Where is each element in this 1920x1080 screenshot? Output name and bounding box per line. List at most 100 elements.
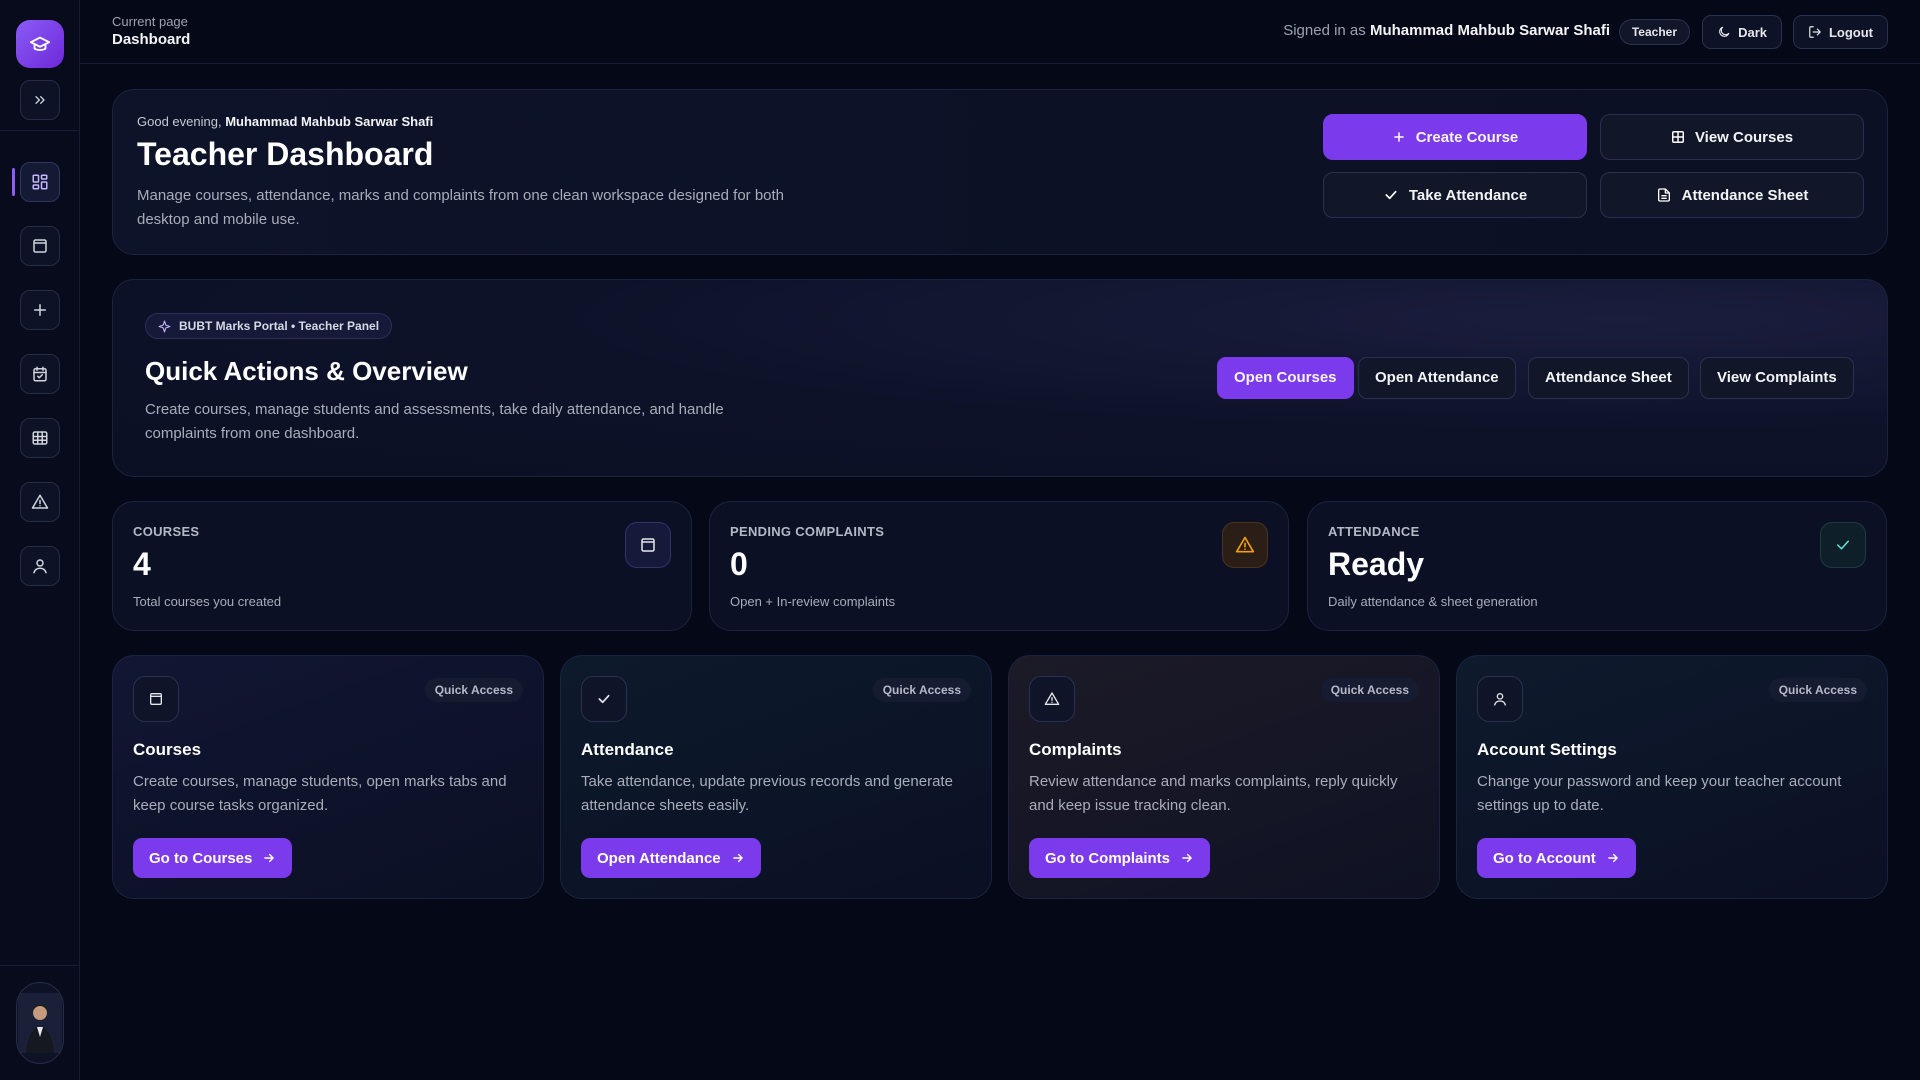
arrow-right-icon (731, 851, 745, 865)
file-text-icon (1656, 187, 1672, 203)
hero-description: Manage courses, attendance, marks and co… (137, 187, 785, 228)
sidebar-item-sheet[interactable] (20, 418, 60, 458)
open-attendance-button[interactable]: Open Attendance (1358, 357, 1516, 399)
stat-label: PENDING COMPLAINTS (730, 524, 885, 539)
quick-access-description: Create courses, manage students, open ma… (133, 773, 507, 814)
stat-label: COURSES (133, 524, 200, 539)
sidebar-item-dashboard[interactable] (20, 162, 60, 202)
logout-icon (1808, 25, 1822, 39)
role-badge: Teacher (1618, 19, 1690, 45)
logout-label: Logout (1828, 24, 1873, 40)
panel-badge: BUBT Marks Portal • Teacher Panel (145, 313, 393, 339)
page-title: Teacher Dashboard (137, 136, 434, 172)
sidebar-item-attendance[interactable] (20, 354, 60, 394)
go-to-courses-button[interactable]: Go to Courses (133, 838, 293, 878)
calendar-icon (31, 365, 49, 383)
stat-card-courses: COURSES 4 Total courses you created (112, 501, 692, 631)
logout-button[interactable]: Logout (1792, 15, 1888, 49)
greeting-prefix: Good evening, (137, 114, 222, 129)
sidebar-divider-bottom (0, 965, 80, 966)
quick-access-title: Complaints (1029, 740, 1122, 759)
attendance-sheet-label: Attendance Sheet (1681, 186, 1809, 204)
sidebar (0, 0, 80, 1080)
alert-triangle-icon (1222, 522, 1268, 568)
check-icon (1383, 187, 1399, 203)
go-to-complaints-button[interactable]: Go to Complaints (1029, 838, 1210, 878)
quick-access-badge: Quick Access (872, 678, 971, 702)
signed-in-text: Signed in as Muhammad Mahbub Sarwar Shaf… (1283, 22, 1610, 39)
layout-grid-icon (31, 173, 49, 191)
signed-in-user: Muhammad Mahbub Sarwar Shafi (1369, 22, 1610, 39)
book-icon (31, 237, 49, 255)
sidebar-item-create[interactable] (20, 290, 60, 330)
current-page-title: Dashboard (112, 31, 191, 48)
moon-icon (1717, 25, 1731, 39)
stat-card-complaints: PENDING COMPLAINTS 0 Open + In-review co… (709, 501, 1289, 631)
go-to-account-label: Go to Account (1493, 849, 1596, 867)
book-icon (625, 522, 671, 568)
grid-icon (1671, 130, 1685, 144)
stat-subtitle: Open + In-review complaints (730, 594, 896, 609)
greeting-name: Muhammad Mahbub Sarwar Shafi (225, 114, 434, 129)
stat-value: 4 (133, 546, 151, 582)
stat-label: ATTENDANCE (1328, 524, 1420, 539)
quick-access-card-complaints: Quick Access Complaints Review attendanc… (1008, 655, 1440, 899)
quick-access-card-account: Quick Access Account Settings Change you… (1456, 655, 1888, 899)
attendance-sheet-button[interactable]: Attendance Sheet (1600, 172, 1864, 218)
hero-card: Good evening, Muhammad Mahbub Sarwar Sha… (112, 89, 1888, 255)
sidebar-item-courses[interactable] (20, 226, 60, 266)
avatar[interactable] (16, 982, 64, 1064)
open-attendance-label: Open Attendance (597, 849, 721, 867)
attendance-sheet-pill-button[interactable]: Attendance Sheet (1528, 357, 1689, 399)
create-course-button[interactable]: Create Course (1323, 114, 1587, 160)
quick-access-badge: Quick Access (1768, 678, 1867, 702)
alert-triangle-icon (31, 493, 49, 511)
app-logo[interactable] (16, 20, 64, 68)
go-to-complaints-label: Go to Complaints (1045, 849, 1170, 867)
view-courses-button[interactable]: View Courses (1600, 114, 1864, 160)
sidebar-item-complaints[interactable] (20, 482, 60, 522)
quick-actions-description: Create courses, manage students and asse… (145, 401, 724, 442)
user-icon (1477, 676, 1523, 722)
quick-actions-title: Quick Actions & Overview (145, 356, 468, 386)
quick-access-title: Account Settings (1477, 740, 1617, 759)
check-icon (1820, 522, 1866, 568)
stat-subtitle: Daily attendance & sheet generation (1328, 594, 1538, 609)
go-to-courses-label: Go to Courses (149, 849, 253, 867)
quick-access-badge: Quick Access (1320, 678, 1419, 702)
chevrons-right-icon (32, 92, 48, 108)
sparkle-icon (158, 320, 171, 333)
take-attendance-button[interactable]: Take Attendance (1323, 172, 1587, 218)
stat-card-attendance: ATTENDANCE Ready Daily attendance & shee… (1307, 501, 1887, 631)
sidebar-item-account[interactable] (20, 546, 60, 586)
signed-in-prefix: Signed in as (1283, 22, 1366, 39)
panel-badge-label: BUBT Marks Portal • Teacher Panel (179, 319, 380, 333)
open-attendance-card-button[interactable]: Open Attendance (581, 838, 761, 878)
quick-access-title: Attendance (581, 740, 674, 759)
quick-access-description: Take attendance, update previous records… (581, 773, 953, 814)
go-to-account-button[interactable]: Go to Account (1477, 838, 1636, 878)
arrow-right-icon (262, 851, 276, 865)
open-courses-button[interactable]: Open Courses (1217, 357, 1354, 399)
view-complaints-button[interactable]: View Complaints (1700, 357, 1854, 399)
active-indicator (12, 168, 15, 196)
stat-subtitle: Total courses you created (133, 594, 282, 609)
quick-access-title: Courses (133, 740, 202, 759)
theme-toggle-button[interactable]: Dark (1702, 15, 1782, 49)
sidebar-expand-button[interactable] (20, 80, 60, 120)
quick-access-card-courses: Quick Access Courses Create courses, man… (112, 655, 544, 899)
graduation-cap-icon (29, 33, 51, 55)
take-attendance-label: Take Attendance (1408, 186, 1528, 204)
arrow-right-icon (1606, 851, 1620, 865)
top-bar: Current page Dashboard Signed in as Muha… (80, 0, 1920, 64)
view-courses-label: View Courses (1694, 128, 1794, 146)
quick-access-badge: Quick Access (424, 678, 523, 702)
arrow-right-icon (1180, 851, 1194, 865)
check-icon (581, 676, 627, 722)
theme-toggle-label: Dark (1738, 24, 1767, 40)
user-icon (31, 557, 49, 575)
book-icon (133, 676, 179, 722)
quick-actions-card: BUBT Marks Portal • Teacher Panel Quick … (112, 279, 1888, 477)
quick-access-description: Change your password and keep your teach… (1477, 773, 1842, 814)
stat-value: 0 (730, 546, 748, 582)
